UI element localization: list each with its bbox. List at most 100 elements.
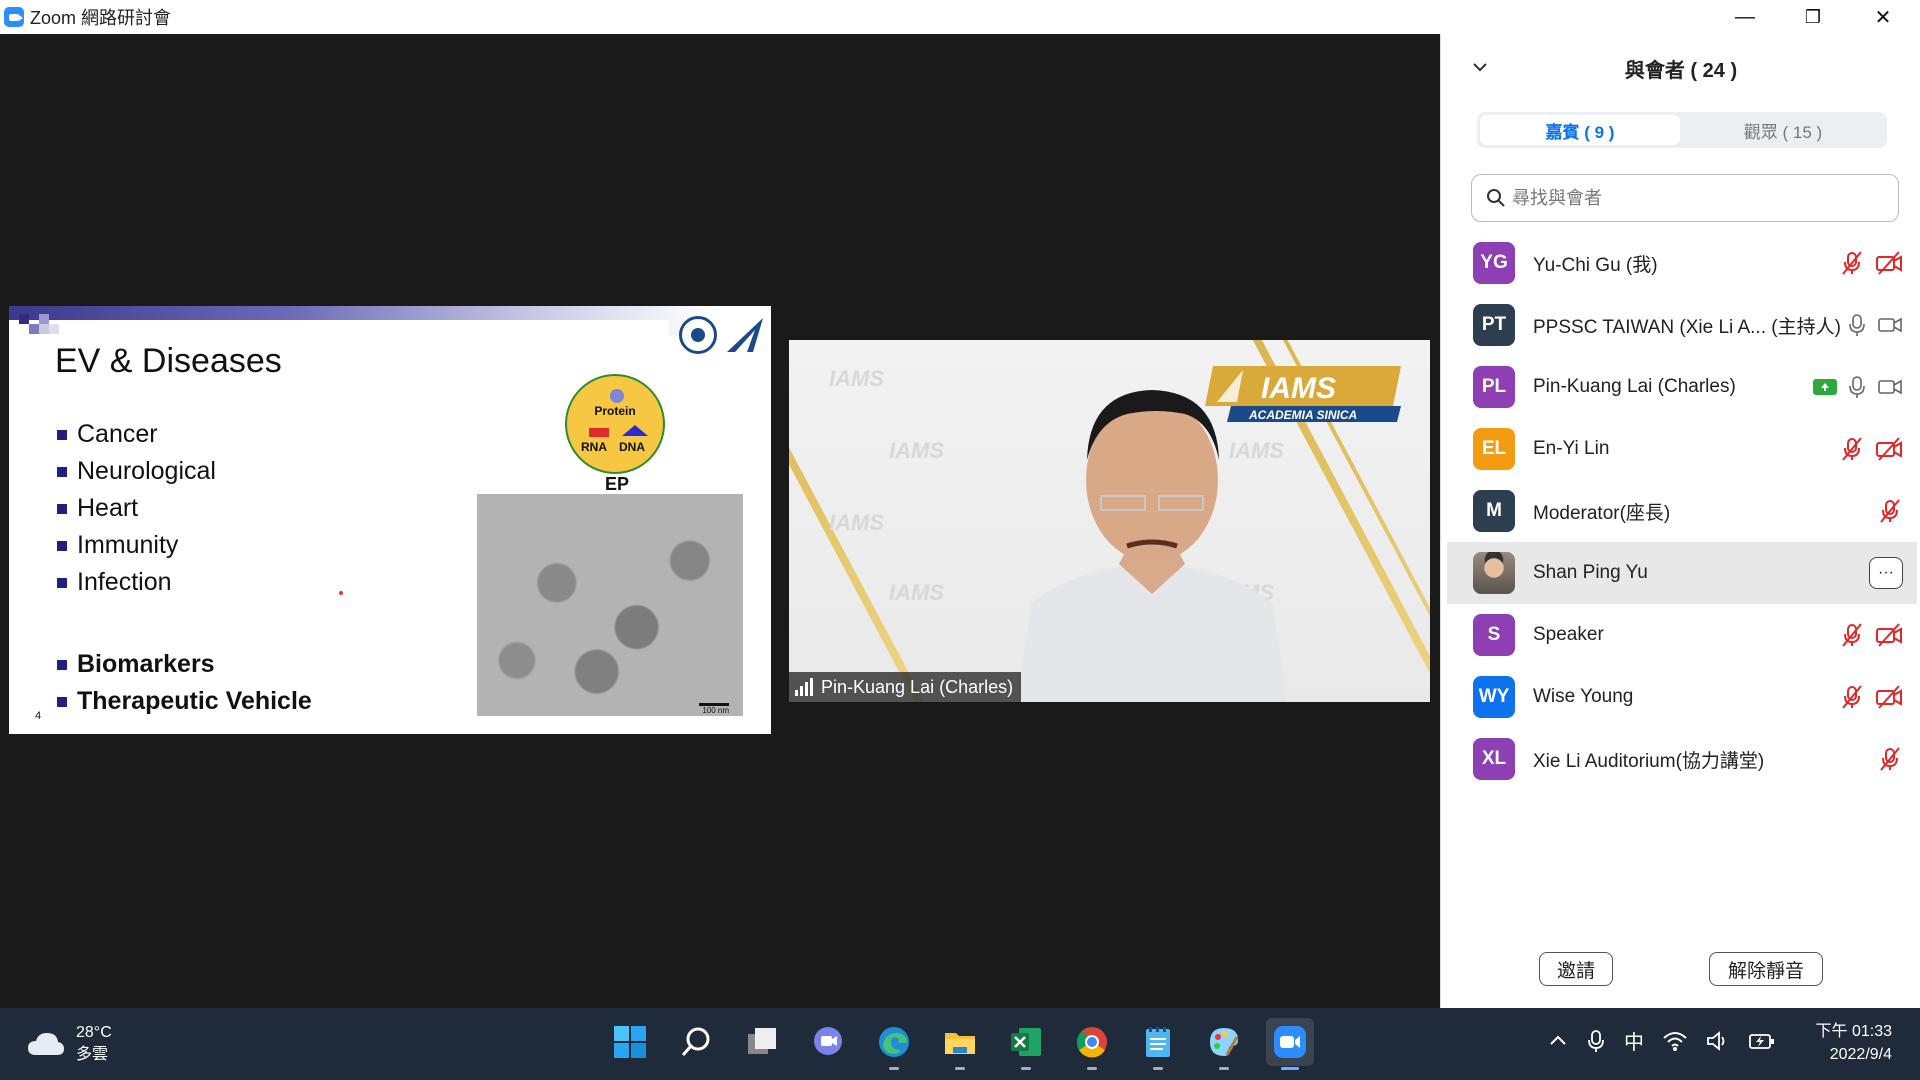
unmute-button[interactable]: 解除靜音 [1709, 952, 1823, 986]
video-off-icon[interactable] [1875, 684, 1903, 710]
search-icon [681, 1027, 710, 1056]
zoom-taskbar-button[interactable] [1266, 1018, 1314, 1070]
mic-muted-icon[interactable] [1877, 498, 1903, 524]
avatar: XL [1473, 738, 1515, 780]
search-input[interactable] [1512, 187, 1892, 209]
system-tray: 中 [1548, 1026, 1776, 1055]
more-options-button[interactable]: ··· [1869, 557, 1903, 589]
video-off-icon[interactable] [1875, 622, 1903, 648]
screen-share-icon [1813, 379, 1837, 395]
iams-wing-logo [727, 318, 763, 352]
protein-dot-icon [610, 389, 624, 403]
avatar: M [1473, 490, 1515, 532]
video-off-icon[interactable] [1875, 436, 1903, 462]
task-view-icon [748, 1028, 776, 1054]
participant-row[interactable]: YG Yu-Chi Gu (我) [1441, 232, 1920, 294]
participant-search-box[interactable] [1471, 174, 1899, 222]
teams-chat-button[interactable] [804, 1018, 852, 1066]
mic-muted-icon[interactable] [1877, 746, 1903, 772]
mic-muted-icon[interactable] [1839, 684, 1865, 710]
mic-icon[interactable] [1847, 374, 1867, 400]
ep-protein-label: Protein [594, 404, 636, 418]
wifi-icon[interactable] [1662, 1030, 1688, 1052]
speaker-name-tag: Pin-Kuang Lai (Charles) [789, 672, 1022, 702]
watermark-text: IAMS [829, 366, 884, 391]
participant-row[interactable]: WY Wise Young [1441, 666, 1920, 728]
slide-bold-bullet-list: Biomarkers Therapeutic Vehicle [57, 646, 312, 720]
slide-bullet-list: Cancer Neurological Heart Immunity Infec… [57, 416, 216, 601]
taskbar-app-icons [606, 1018, 1314, 1070]
zoom-app-icon [4, 7, 24, 27]
speaker-person-image [1017, 390, 1287, 702]
participant-row[interactable]: XL Xie Li Auditorium(協力講堂) [1441, 728, 1920, 790]
weather-widget[interactable]: 28°C 多雲 [26, 1022, 112, 1066]
title-bar: Zoom 網路研討會 — ❐ ✕ [0, 0, 1920, 34]
minimize-button[interactable]: — [1710, 0, 1780, 34]
zoom-icon [1274, 1026, 1306, 1058]
windows-start-icon [614, 1026, 646, 1058]
participant-name: Moderator(座長) [1533, 502, 1671, 524]
slide-bullet: Cancer [57, 416, 216, 453]
participant-row[interactable]: PL Pin-Kuang Lai (Charles) [1441, 356, 1920, 418]
shared-slide: EV & Diseases Cancer Neurological Heart … [9, 306, 771, 734]
restore-button[interactable]: ❐ [1778, 0, 1848, 34]
edge-browser-button[interactable] [870, 1018, 918, 1070]
battery-charging-icon[interactable] [1748, 1030, 1776, 1052]
participant-row-selected[interactable]: Shan Ping Yu ··· [1447, 542, 1917, 604]
ep-label: EP [605, 474, 630, 494]
video-off-icon[interactable] [1875, 250, 1903, 276]
search-icon [1487, 189, 1505, 207]
tab-panelists[interactable]: 嘉賓 ( 9 ) [1480, 115, 1680, 145]
windows-taskbar: 28°C 多雲 中 下午 01:33 2022/9/4 [0, 1008, 1920, 1080]
participant-list: YG Yu-Chi Gu (我) PT PPSSC TAIWAN (Xie Li… [1441, 232, 1920, 790]
start-button[interactable] [606, 1018, 654, 1066]
avatar: YG [1473, 242, 1515, 284]
mic-muted-icon[interactable] [1839, 436, 1865, 462]
mic-muted-icon[interactable] [1839, 250, 1865, 276]
participant-name: Xie Li Auditorium(協力講堂) [1533, 750, 1765, 772]
notepad-button[interactable] [1134, 1018, 1182, 1070]
slide-bullet: Heart [57, 490, 216, 527]
participants-title: 與會者 ( 24 ) [1624, 60, 1738, 82]
participant-name: Pin-Kuang Lai (Charles) [1533, 376, 1736, 397]
participant-row[interactable]: EL En-Yi Lin [1441, 418, 1920, 480]
task-view-button[interactable] [738, 1018, 786, 1066]
close-button[interactable]: ✕ [1848, 0, 1918, 34]
paint-palette-icon [1210, 1028, 1239, 1056]
participant-row[interactable]: M Moderator(座長) [1441, 480, 1920, 542]
avatar: EL [1473, 428, 1515, 470]
chevron-up-icon[interactable] [1548, 1031, 1568, 1051]
participants-panel: 與會者 ( 24 ) 嘉賓 ( 9 ) 觀眾 ( 15 ) YG Yu-Chi … [1440, 34, 1920, 1008]
chrome-button[interactable] [1068, 1018, 1116, 1070]
participant-name: Speaker [1533, 624, 1604, 645]
notepad-icon [1146, 1027, 1170, 1057]
edge-icon [879, 1027, 909, 1057]
weather-temperature: 28°C [76, 1024, 112, 1041]
avatar: WY [1473, 676, 1515, 718]
paint-button[interactable] [1200, 1018, 1248, 1070]
slide-title: EV & Diseases [55, 342, 282, 380]
mic-icon[interactable] [1847, 312, 1867, 338]
chat-icon [814, 1027, 842, 1055]
participant-row[interactable]: PT PPSSC TAIWAN (Xie Li A... (主持人) [1441, 294, 1920, 356]
video-icon[interactable] [1877, 374, 1903, 400]
speaker-video-tile[interactable]: IAMS IAMS IAMS IAMS IAMS IAMS IAMS ACADE… [789, 340, 1430, 702]
taskbar-search-button[interactable] [672, 1018, 720, 1066]
mic-muted-icon[interactable] [1839, 622, 1865, 648]
participant-name: Yu-Chi Gu (我) [1533, 254, 1658, 276]
file-explorer-button[interactable] [936, 1018, 984, 1070]
avatar-photo [1473, 552, 1515, 594]
microphone-icon[interactable] [1586, 1029, 1606, 1053]
participant-row[interactable]: S Speaker [1441, 604, 1920, 666]
tab-attendees[interactable]: 觀眾 ( 15 ) [1682, 115, 1884, 145]
video-icon[interactable] [1877, 312, 1903, 338]
invite-button[interactable]: 邀請 [1539, 952, 1613, 986]
volume-icon[interactable] [1706, 1030, 1730, 1052]
taskbar-clock[interactable]: 下午 01:33 2022/9/4 [1816, 1020, 1893, 1066]
participant-name: En-Yi Lin [1533, 438, 1610, 459]
excel-button[interactable] [1002, 1018, 1050, 1070]
clock-date: 2022/9/4 [1829, 1046, 1892, 1063]
ime-indicator[interactable]: 中 [1624, 1026, 1644, 1055]
speaker-name: Pin-Kuang Lai (Charles) [821, 676, 1014, 697]
laser-pointer-dot [339, 591, 343, 595]
